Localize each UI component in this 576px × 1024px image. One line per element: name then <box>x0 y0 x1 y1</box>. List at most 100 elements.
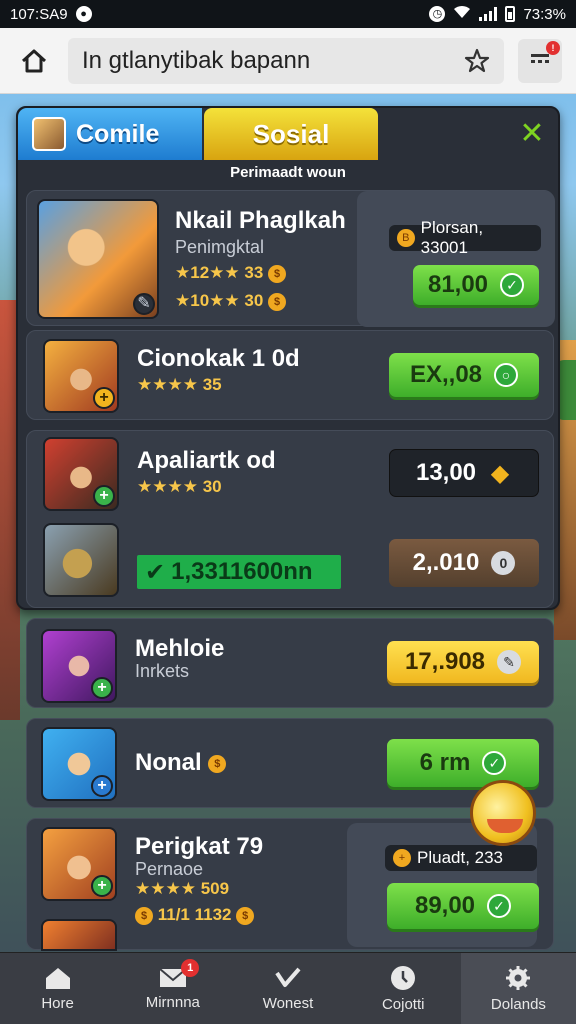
coin-icon: $ <box>268 264 287 283</box>
nav-messages-label: Mirnnna <box>145 994 200 1011</box>
coin-icon: $ <box>208 754 227 773</box>
item-title-text: Nonal <box>135 749 202 776</box>
list-item[interactable]: + Mehloie Inrkets 17,.908 ✎ <box>26 618 554 708</box>
star-icon[interactable] <box>464 48 490 74</box>
buy-button-label: 6 rm <box>419 749 471 776</box>
price-label: + Pluadt, 233 <box>385 845 537 871</box>
mascot-icon[interactable] <box>470 780 536 846</box>
tool-icon: ✎ <box>133 293 155 315</box>
item-title: Apaliartk od <box>137 447 276 474</box>
coin-icon: ○ <box>494 363 519 387</box>
item-title: Perigkat 79 <box>135 833 264 860</box>
heart-check-icon <box>275 967 301 987</box>
game-icon-army: + <box>43 437 119 511</box>
nav-clock[interactable]: Cojotti <box>346 953 461 1024</box>
gift-icon: + <box>393 849 411 867</box>
check-icon: ✓ <box>500 273 525 297</box>
gem-icon: ◆ <box>490 459 510 487</box>
tool-icon: + <box>91 775 113 797</box>
list-item[interactable]: + Cionokak 1 0d ★★★★ 35 EX,,08 ○ <box>26 330 554 420</box>
plus-icon: + <box>93 387 115 409</box>
item-rating: ★★★★ 509 <box>135 879 230 898</box>
nav-home[interactable]: Hore <box>0 953 115 1024</box>
rating-value: 509 <box>200 879 230 898</box>
item-title: Nonal $ <box>135 749 227 777</box>
item-title: Nkail Phaglkah <box>175 207 346 234</box>
rating-value: 30 <box>202 477 222 496</box>
tab-community[interactable]: Comile <box>18 108 202 160</box>
buy-button-label: 81,00 <box>427 271 489 298</box>
buy-button-label: 13,00 <box>415 459 477 486</box>
buy-button[interactable]: 17,.908 ✎ <box>387 641 539 683</box>
game-list-panel: Comile Sosial ✕ Perimaadt woun ✎ Nkail P… <box>16 106 560 610</box>
list-item-group: + Apaliartk od ★★★★ 30 13,00 ◆ ✔ 1,33116… <box>26 430 554 608</box>
buy-button[interactable]: EX,,08 ○ <box>389 353 539 397</box>
price-label-text: Plorsan, 33001 <box>420 218 484 257</box>
list-item[interactable]: + Perigkat 79 Pernaoe ★★★★ 509 $ 11/1 11… <box>26 818 554 951</box>
game-icon-purple: + <box>41 629 117 703</box>
status-time: 107:SA9 <box>10 5 68 23</box>
buy-button-label: EX,,08 <box>409 361 483 388</box>
item-subtitle: Penimgktal <box>175 237 265 257</box>
home-icon <box>21 49 47 72</box>
buy-button-label: 2,.010 <box>412 549 480 576</box>
game-icon-cowboy: + <box>41 827 117 901</box>
browser-menu-button[interactable]: ! <box>518 38 562 83</box>
rating-value: 30 <box>244 291 264 310</box>
buy-button[interactable]: 6 rm ✓ <box>387 739 539 787</box>
item-subtitle: Inrkets <box>135 661 190 681</box>
item-rating: ★★★★ 35 <box>137 375 222 394</box>
rating-count: 12 <box>190 263 210 282</box>
game-icon-boar <box>43 523 119 597</box>
rating-count: 10 <box>190 291 210 310</box>
game-icon-hat: + <box>43 339 119 413</box>
plus-icon: + <box>91 875 113 897</box>
status-left: 107:SA9 ● <box>10 6 92 23</box>
menu-icon <box>531 53 549 63</box>
buy-button-label: 89,00 <box>414 892 476 919</box>
coin-icon: $ <box>135 906 153 925</box>
buy-button[interactable]: 2,.010 0 <box>389 539 539 587</box>
close-icon[interactable]: ✕ <box>516 118 548 150</box>
bottom-nav: Hore 1 Mirnnna Wonest Cojotti Dolands <box>0 952 576 1024</box>
nav-rewards[interactable]: Dolands <box>460 953 576 1024</box>
wifi-icon <box>453 5 471 23</box>
nav-home-label: Hore <box>41 995 74 1012</box>
menu-notification-badge: ! <box>546 40 560 55</box>
url-field[interactable]: In gtlanytibak bapann <box>68 37 504 84</box>
tab-social[interactable]: Sosial <box>204 108 378 160</box>
gear-icon <box>506 966 531 990</box>
buy-button[interactable]: 13,00 ◆ <box>389 449 539 497</box>
coin-icon: 0 <box>491 551 516 575</box>
status-battery-text: 73:3% <box>523 5 566 23</box>
buy-button[interactable]: 81,00 ✓ <box>413 265 539 305</box>
status-right: ◷ 73:3% <box>429 5 566 23</box>
nav-quests-label: Wonest <box>262 995 314 1012</box>
buy-button-label: 17,.908 <box>404 648 486 675</box>
nav-rewards-label: Dolands <box>490 996 546 1013</box>
item-subtitle: Pernaoe <box>135 859 204 879</box>
home-icon <box>45 968 70 989</box>
item-extra-text: 11/1 1132 <box>157 905 232 924</box>
signal-icon <box>479 7 498 21</box>
browser-home-button[interactable] <box>14 41 54 81</box>
buy-button[interactable]: 89,00 ✓ <box>387 883 539 929</box>
coin-icon: $ <box>268 292 287 311</box>
item-extra: $ 11/1 1132 $ <box>135 905 255 925</box>
nav-messages[interactable]: 1 Mirnnna <box>115 953 230 1024</box>
nav-quests[interactable]: Wonest <box>230 953 345 1024</box>
battery-icon <box>505 6 516 22</box>
list-item[interactable]: ✎ Nkail Phaglkah Penimgktal ★12★★ 33 $ ★… <box>26 190 555 327</box>
check-icon: ✓ <box>482 751 507 775</box>
notification-icon: ● <box>75 6 92 22</box>
rating-value: 35 <box>202 375 222 394</box>
rating-value: 33 <box>244 263 264 282</box>
tab-community-label: Comile <box>76 119 160 148</box>
status-bar: 107:SA9 ● ◷ 73:3% <box>0 0 576 28</box>
check-icon: ✔ <box>145 558 166 586</box>
browser-bar: In gtlanytibak bapann ! <box>0 28 576 94</box>
game-icon-soldier: ✎ <box>37 199 159 319</box>
clock-icon <box>391 966 416 990</box>
price-label-text: Pluadt, 233 <box>417 848 504 867</box>
item-rating: ★★★★ 30 <box>137 477 222 496</box>
